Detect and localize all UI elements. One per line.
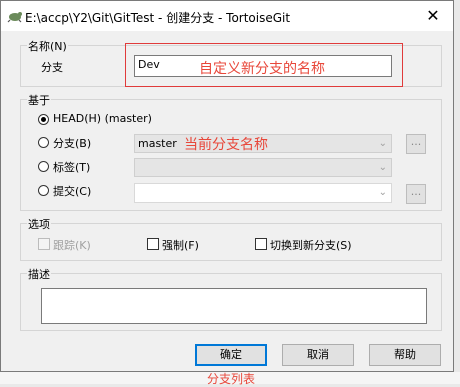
options-group-label: 选项 bbox=[27, 216, 51, 232]
track-checkbox[interactable] bbox=[38, 238, 50, 250]
name-group-label: 名称(N) bbox=[27, 38, 68, 54]
head-radio[interactable] bbox=[38, 114, 49, 125]
background-window: 分支列表 bbox=[0, 372, 460, 386]
branch-name-label: 分支 bbox=[41, 61, 63, 74]
switch-checkbox-label[interactable]: 切换到新分支(S) bbox=[270, 237, 352, 253]
tag-radio[interactable] bbox=[38, 161, 49, 172]
branch-radio[interactable] bbox=[38, 137, 49, 148]
base-group-label: 基于 bbox=[27, 92, 51, 108]
commit-select[interactable]: ⌄ bbox=[134, 183, 392, 203]
force-checkbox-label[interactable]: 强制(F) bbox=[162, 237, 199, 253]
track-checkbox-label[interactable]: 跟踪(K) bbox=[53, 237, 91, 253]
name-annotation: 自定义新分支的名称 bbox=[199, 61, 325, 77]
force-checkbox[interactable] bbox=[147, 238, 159, 250]
tortoisegit-icon bbox=[7, 12, 22, 23]
chevron-down-icon: ⌄ bbox=[378, 187, 387, 198]
description-group-label: 描述 bbox=[27, 266, 51, 282]
cancel-button[interactable]: 取消 bbox=[282, 344, 354, 366]
window-title: E:\accp\Y2\Git\GitTest - 创建分支 - Tortoise… bbox=[25, 11, 291, 25]
close-button[interactable]: ✕ bbox=[421, 5, 445, 27]
commit-browse-button[interactable]: ... bbox=[406, 184, 426, 204]
ok-button[interactable]: 确定 bbox=[195, 344, 267, 366]
branch-list-annotation: 分支列表 bbox=[207, 372, 256, 386]
description-textarea[interactable] bbox=[41, 288, 427, 324]
branch-radio-label[interactable]: 分支(B) bbox=[53, 135, 91, 151]
head-radio-label[interactable]: HEAD(H) (master) bbox=[53, 112, 152, 125]
switch-checkbox[interactable] bbox=[255, 238, 267, 250]
chevron-down-icon: ⌄ bbox=[378, 162, 387, 173]
tag-radio-label[interactable]: 标签(T) bbox=[53, 159, 90, 175]
tag-select[interactable]: ⌄ bbox=[134, 158, 392, 177]
title-bar[interactable]: E:\accp\Y2\Git\GitTest - 创建分支 - Tortoise… bbox=[1, 1, 453, 31]
create-branch-dialog: E:\accp\Y2\Git\GitTest - 创建分支 - Tortoise… bbox=[0, 0, 454, 372]
branch-browse-button[interactable]: ... bbox=[406, 134, 426, 154]
chevron-down-icon: ⌄ bbox=[378, 138, 387, 149]
branch-annotation: 当前分支名称 bbox=[184, 137, 268, 153]
commit-radio-label[interactable]: 提交(C) bbox=[53, 183, 91, 199]
commit-radio[interactable] bbox=[38, 185, 49, 196]
base-branch-value: master bbox=[138, 137, 177, 150]
help-button[interactable]: 帮助 bbox=[369, 344, 441, 366]
